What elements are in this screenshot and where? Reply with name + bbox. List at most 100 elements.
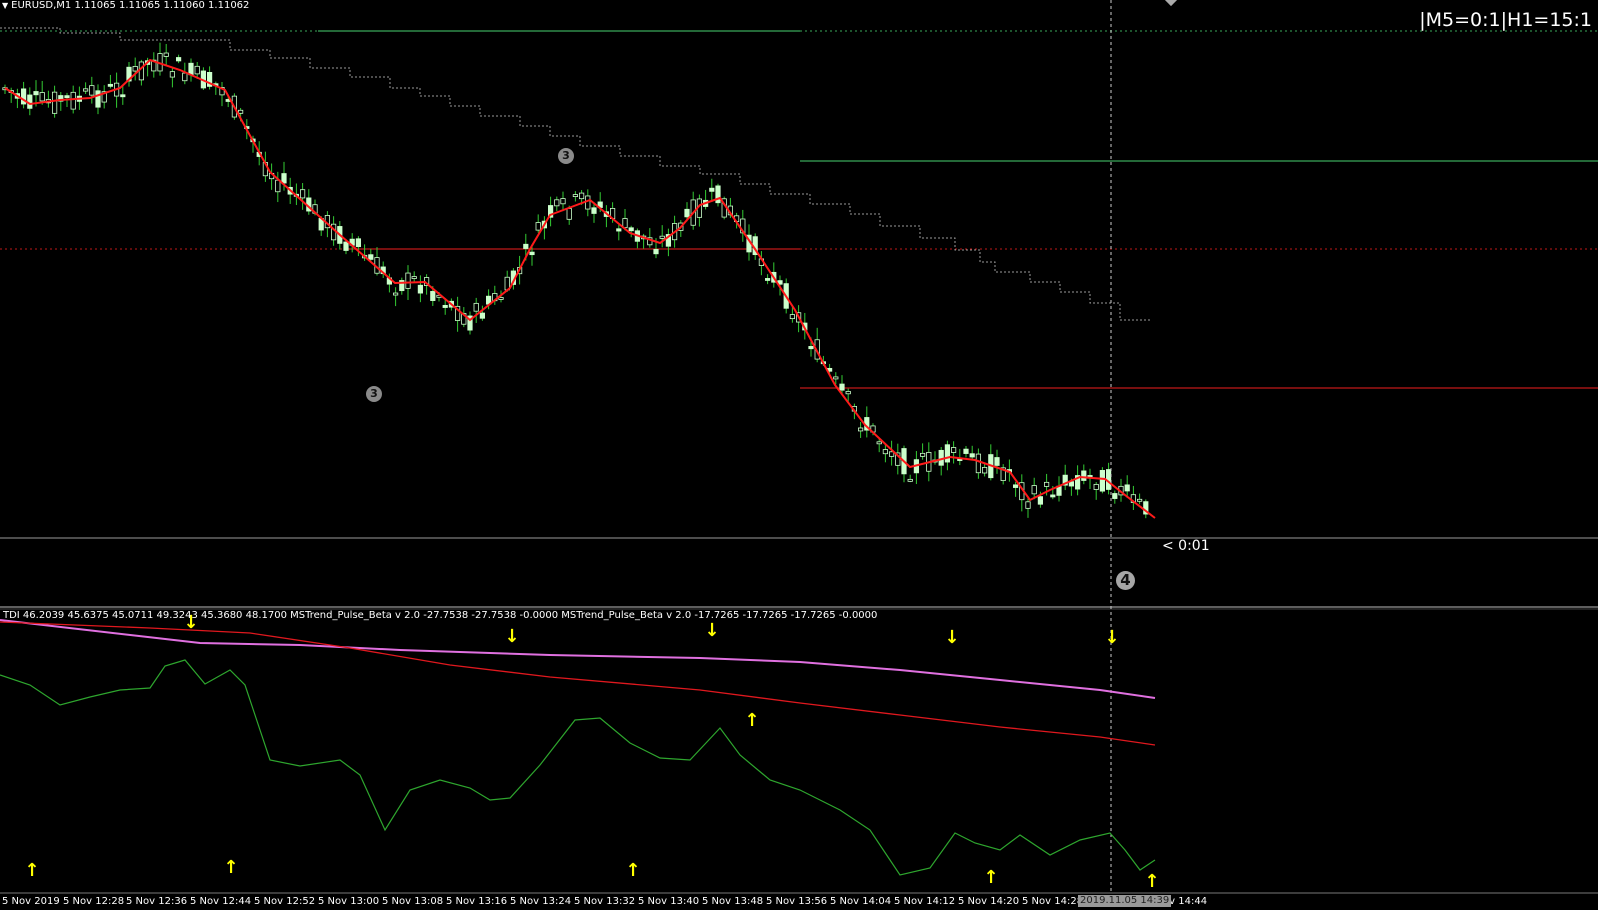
candle-body bbox=[120, 94, 126, 98]
candle-body bbox=[138, 61, 144, 81]
candle-body bbox=[1050, 494, 1056, 498]
candle-body bbox=[845, 391, 851, 395]
candle-body bbox=[963, 448, 969, 454]
candle-body bbox=[95, 90, 101, 108]
candle-body bbox=[175, 57, 182, 62]
candle-body bbox=[1013, 484, 1019, 488]
candle-body bbox=[182, 72, 188, 82]
candle-body bbox=[765, 278, 771, 281]
candle-body bbox=[64, 95, 70, 99]
indicator-info-bar: TDI 46.2039 45.6375 45.0711 49.3243 45.3… bbox=[3, 610, 878, 621]
candle-body bbox=[411, 276, 417, 279]
candle-body bbox=[622, 218, 628, 229]
candle-body bbox=[70, 91, 76, 110]
time-tick: 5 Nov 14:20 bbox=[958, 896, 1020, 907]
price-levels bbox=[0, 30, 1598, 539]
time-tick: 5 Nov 14:04 bbox=[830, 896, 892, 907]
candle-body bbox=[1025, 501, 1031, 509]
time-tick: 5 Nov 12:28 bbox=[63, 896, 125, 907]
candle-body bbox=[1044, 481, 1050, 487]
candle-body bbox=[343, 241, 349, 251]
symbol-info-bar: ▼ EURUSD,M1 1.11065 1.11065 1.11060 1.110… bbox=[2, 0, 249, 12]
candle-body bbox=[368, 254, 374, 260]
time-tick: 5 Nov 12:44 bbox=[190, 896, 252, 907]
candle-body bbox=[33, 91, 39, 96]
candle-body bbox=[83, 88, 89, 92]
candle-body bbox=[281, 173, 287, 184]
candle-body bbox=[1112, 493, 1118, 499]
time-tick: 5 Nov 14:12 bbox=[894, 896, 956, 907]
time-tick: 5 Nov 12:52 bbox=[254, 896, 316, 907]
timeframe-status-text: |M5=0:1|H1=15:1 bbox=[1419, 9, 1592, 31]
candle-body bbox=[876, 441, 882, 445]
candle-body bbox=[709, 187, 715, 192]
down-arrow-icon: ↓ bbox=[944, 627, 959, 648]
candle-body bbox=[1031, 485, 1037, 495]
time-tick: 5 Nov 13:48 bbox=[702, 896, 764, 907]
candle-body bbox=[355, 238, 362, 248]
candle-body bbox=[566, 208, 572, 220]
candle-body bbox=[188, 62, 194, 76]
candle-body bbox=[982, 466, 988, 474]
price-chart[interactable]: ↓↓ ↓ ↓ ↓↑ ↑ ↑↑↑ ↑ bbox=[0, 0, 1598, 910]
candle-body bbox=[975, 453, 982, 474]
candle-body bbox=[498, 297, 504, 300]
time-tick: 5 Nov 13:08 bbox=[382, 896, 444, 907]
up-arrow-icon: ↑ bbox=[744, 710, 759, 731]
zigzag-label-low-2: 4 bbox=[1116, 571, 1135, 590]
candle-body bbox=[585, 195, 591, 210]
candle-body bbox=[994, 457, 1000, 466]
candle-body bbox=[1037, 496, 1043, 505]
candle-body bbox=[653, 249, 659, 255]
candle-body bbox=[1093, 483, 1099, 490]
candle-body bbox=[392, 292, 399, 296]
up-arrow-icon: ↑ bbox=[983, 867, 998, 888]
tdi-price-line bbox=[0, 659, 1156, 876]
candle-body bbox=[833, 376, 839, 380]
time-tick: 5 Nov 12:36 bbox=[126, 896, 188, 907]
time-axis: 5 Nov 2019 5 Nov 12:28 5 Nov 12:36 5 Nov… bbox=[0, 894, 1598, 910]
time-tick: 5 Nov 13:00 bbox=[318, 896, 380, 907]
candle-body bbox=[808, 346, 814, 350]
collapse-triangle-icon[interactable]: ▼ bbox=[2, 1, 8, 10]
time-tick: 5 Nov 14:28 bbox=[1022, 896, 1084, 907]
time-tick: 5 Nov 13:24 bbox=[510, 896, 572, 907]
candle-body bbox=[858, 427, 864, 432]
trend-pulse-arrows: ↓↓ ↓ ↓ ↓↑ ↑ ↑↑↑ ↑ bbox=[24, 612, 1159, 892]
candle-body bbox=[417, 284, 424, 294]
candle-body bbox=[789, 314, 796, 320]
candle-body bbox=[299, 189, 306, 199]
candle-body bbox=[659, 235, 665, 239]
candle-body bbox=[473, 302, 479, 312]
candle-body bbox=[479, 312, 486, 319]
down-arrow-icon: ↓ bbox=[504, 626, 519, 647]
candle-body bbox=[628, 227, 634, 232]
candle-body bbox=[572, 194, 579, 197]
candle-body bbox=[89, 85, 95, 96]
candle-body bbox=[944, 444, 951, 463]
candle-body bbox=[163, 52, 169, 57]
candle-body bbox=[969, 453, 975, 458]
down-arrow-icon: ↓ bbox=[704, 620, 719, 641]
candle-body bbox=[684, 208, 690, 218]
time-tick: 5 Nov 13:56 bbox=[766, 896, 828, 907]
candle-body bbox=[275, 179, 281, 193]
candle-body bbox=[430, 291, 436, 301]
candle-body bbox=[951, 447, 957, 453]
time-tick: 5 Nov 13:32 bbox=[574, 896, 636, 907]
candle-body bbox=[529, 251, 535, 256]
candle-body bbox=[920, 452, 926, 457]
candle-body bbox=[169, 71, 175, 78]
symbol-quote-text: EURUSD,M1 1.11065 1.11065 1.11060 1.1106… bbox=[11, 0, 250, 11]
time-tick: 5 Nov 13:40 bbox=[638, 896, 700, 907]
candle-body bbox=[579, 192, 585, 200]
up-arrow-icon: ↑ bbox=[24, 860, 39, 881]
up-arrow-icon: ↑ bbox=[223, 857, 238, 878]
candlesticks bbox=[2, 42, 1149, 519]
candle-body bbox=[237, 109, 244, 114]
candle-body bbox=[616, 228, 622, 232]
candle-body bbox=[1124, 484, 1130, 492]
candle-countdown: < 0:01 bbox=[1162, 538, 1210, 554]
candle-body bbox=[907, 478, 913, 482]
time-tick: 5 Nov 13:16 bbox=[446, 896, 508, 907]
